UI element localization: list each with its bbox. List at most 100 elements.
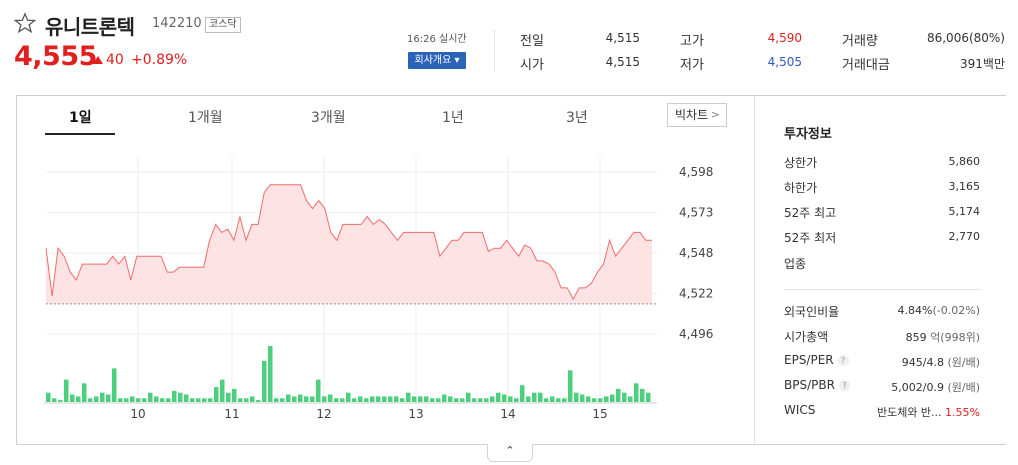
volume-bar [466, 392, 471, 402]
volume-bar [442, 394, 447, 402]
volume-bar [196, 398, 201, 402]
price-area [46, 184, 652, 304]
prev-close-label: 전일 [520, 34, 544, 49]
volume-bar [304, 396, 309, 402]
volume-bar [76, 396, 81, 402]
volume-bar [100, 392, 105, 402]
wics-value[interactable]: 반도체와 반... 1.55% [877, 404, 980, 420]
amount-label: 거래대금 [842, 58, 890, 73]
volume-bar [178, 392, 183, 402]
volume-bar [544, 398, 549, 402]
volume-bar [112, 368, 117, 402]
volume-bar [88, 398, 93, 402]
open-label: 시가 [520, 58, 544, 73]
company-overview-button[interactable]: 회사개요 ▾ [408, 52, 466, 69]
tab-3month[interactable]: 3개월 [311, 107, 346, 127]
volume-bar [502, 394, 507, 402]
tab-1day[interactable]: 1일 [69, 107, 92, 127]
volume-bar [610, 394, 615, 402]
bigchart-button[interactable]: 빅차트 > [667, 103, 727, 127]
volume-bar [388, 396, 393, 402]
volume-bar [64, 379, 69, 402]
volume-bar [556, 398, 561, 402]
wics-label: WICS [784, 403, 816, 417]
divider [784, 289, 981, 290]
volume-bar [244, 398, 249, 402]
y-tick-label: 4,548 [679, 246, 713, 260]
stock-name: 유니트론텍 [45, 15, 135, 39]
volume-bar [448, 396, 453, 402]
x-tick-label: 14 [500, 407, 515, 421]
tab-3year[interactable]: 3년 [566, 107, 588, 127]
volume-bar [298, 394, 303, 402]
chart-panel: 1일 1개월 3개월 1년 3년 빅차트 > 4,598 4,573 4,548 4,… [16, 95, 1006, 445]
volume-bar [376, 396, 381, 402]
stock-header: 유니트론텍 142210 코스닥 4,555 40 +0.89% 16:26 실… [0, 0, 1018, 92]
volume-bar [328, 394, 333, 402]
favorite-star-icon[interactable] [14, 12, 36, 34]
volume-bar [598, 398, 603, 402]
volume-bar [616, 388, 621, 402]
y-tick-label: 4,496 [679, 327, 713, 341]
foreign-ratio-label: 외국인비율 [784, 305, 840, 319]
volume-bar [400, 398, 405, 402]
volume-bar [214, 387, 219, 402]
volume-bar [322, 396, 327, 402]
volume-bar [220, 379, 225, 402]
volume-bar [562, 398, 567, 402]
volume-bar [628, 396, 633, 402]
volume-label: 거래량 [842, 34, 878, 49]
info-title: 투자정보 [784, 127, 832, 142]
market-badge: 코스닥 [205, 17, 241, 33]
volume-bar [226, 392, 231, 402]
tab-1month[interactable]: 1개월 [188, 107, 223, 127]
eps-per-label: EPS/PER? [784, 353, 849, 367]
week52-high-label: 52주 최고 [784, 206, 837, 220]
up-arrow-icon [93, 56, 103, 64]
price-chart[interactable]: 4,598 4,573 4,548 4,522 4,496 10 11 12 13 14 15 [17, 136, 754, 446]
volume-bar [550, 396, 555, 402]
low-value: 4,505 [767, 55, 802, 69]
x-tick-label: 10 [130, 407, 145, 421]
volume-bar [352, 398, 357, 402]
volume-bar [382, 396, 387, 402]
volume-bar [70, 394, 75, 402]
volume-bar [310, 396, 315, 402]
y-tick-label: 4,522 [679, 287, 713, 301]
bps-pbr-label: BPS/PBR? [784, 378, 850, 392]
volume-bar [424, 396, 429, 402]
help-icon[interactable]: ? [837, 355, 849, 366]
week52-low-value: 2,770 [948, 230, 981, 243]
volume-bar [430, 398, 435, 402]
volume-bar [370, 396, 375, 402]
collapse-button[interactable]: ⌃ [487, 444, 533, 462]
volume-bar [580, 394, 585, 402]
volume-bar [436, 398, 441, 402]
active-tab-indicator [45, 133, 115, 135]
help-icon[interactable]: ? [838, 380, 850, 391]
volume-bar [256, 400, 261, 402]
volume-bar [592, 398, 597, 402]
tab-1year[interactable]: 1년 [442, 107, 464, 127]
volume-bar [172, 390, 177, 402]
volume-bar [232, 388, 237, 402]
volume-bar [124, 398, 129, 402]
volume-bar [154, 396, 159, 402]
volume-bar [208, 398, 213, 402]
chevron-right-icon: > [710, 108, 720, 121]
volume-bar [460, 398, 465, 402]
y-tick-label: 4,598 [679, 165, 713, 179]
high-label: 고가 [680, 34, 704, 49]
volume-bar [46, 392, 51, 402]
volume-bar [454, 398, 459, 402]
sector-label: 업종 [784, 257, 807, 271]
period-tabs: 1일 1개월 3개월 1년 3년 빅차트 > [17, 96, 754, 136]
volume-bar [538, 392, 543, 402]
week52-low-label: 52주 최저 [784, 231, 837, 245]
eps-per-value: 945/4.8 (원/배) [901, 356, 980, 369]
volume-bar [184, 394, 189, 402]
volume-bar [292, 396, 297, 402]
volume-bar [82, 383, 87, 402]
volume-bar [190, 398, 195, 402]
volume-bar [634, 383, 639, 402]
